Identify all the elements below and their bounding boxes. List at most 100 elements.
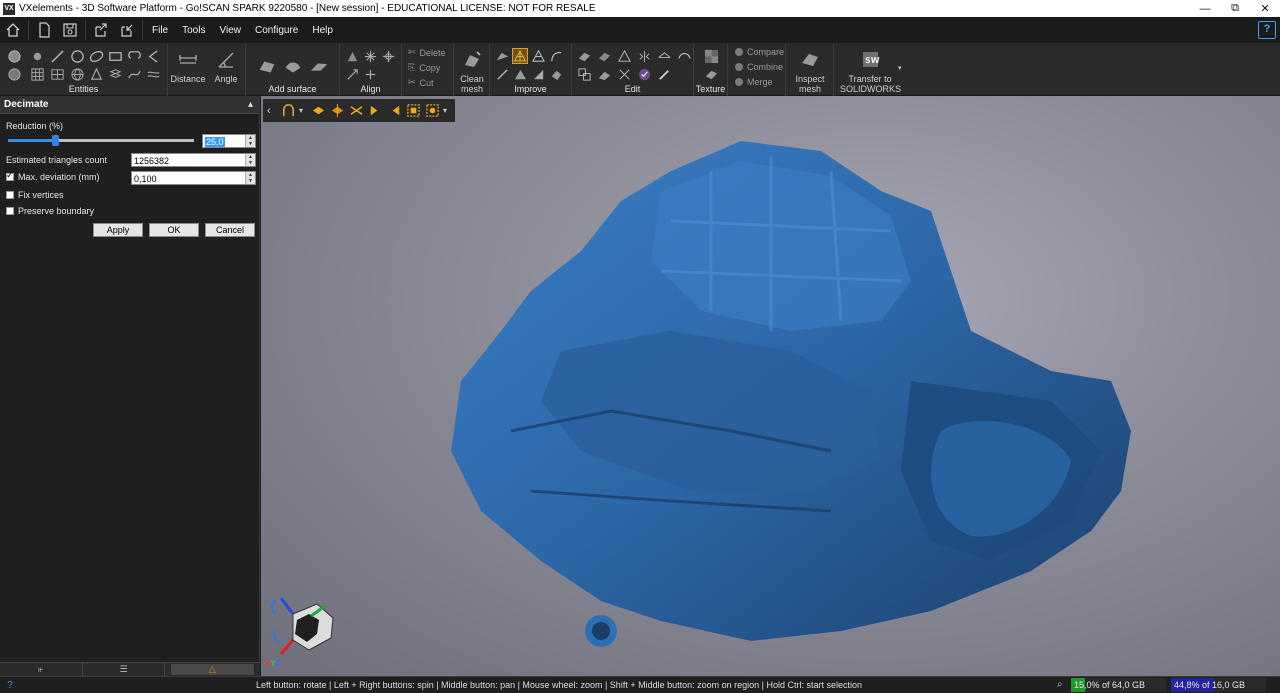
decimate-icon[interactable]: [512, 48, 528, 64]
plane-grid-icon[interactable]: [29, 66, 45, 82]
decimate-tab-icon[interactable]: △: [171, 664, 255, 675]
edit-triangle-icon[interactable]: [616, 48, 632, 64]
inspect-mesh-button[interactable]: Inspect mesh: [786, 44, 834, 96]
zoom-magnifier-icon[interactable]: ⌕: [1057, 679, 1063, 690]
merge-button[interactable]: Merge: [735, 77, 773, 87]
close-icon[interactable]: ✕: [1250, 0, 1280, 17]
apply-button[interactable]: Apply: [93, 223, 143, 237]
shrink-selection-icon[interactable]: [386, 103, 402, 119]
angle-button[interactable]: Angle: [206, 47, 246, 93]
select-all-icon[interactable]: [424, 103, 440, 119]
globe-icon[interactable]: [69, 66, 85, 82]
copy-button[interactable]: ⎘ Copy: [408, 62, 440, 73]
preserve-boundary-checkbox[interactable]: [6, 207, 14, 215]
menu-configure[interactable]: Configure: [248, 17, 305, 44]
surface-patch-icon[interactable]: [256, 56, 278, 78]
align-manual-icon[interactable]: [344, 66, 360, 82]
edit-split-icon[interactable]: [616, 66, 632, 82]
line-icon[interactable]: [49, 48, 65, 64]
circle-icon[interactable]: [69, 48, 85, 64]
selection-dropdown-icon[interactable]: ▾: [299, 106, 307, 115]
restore-icon[interactable]: ⧉: [1220, 0, 1250, 17]
status-help-icon[interactable]: ?: [0, 680, 20, 691]
minimize-icon[interactable]: —: [1190, 0, 1220, 17]
ok-button[interactable]: OK: [149, 223, 199, 237]
reduction-spinner-icon[interactable]: ▲ ▼: [245, 135, 255, 147]
select-through-icon[interactable]: [310, 103, 326, 119]
export-icon[interactable]: [88, 17, 114, 43]
edit-boundary-icon[interactable]: [596, 48, 612, 64]
reduction-slider-thumb[interactable]: [51, 135, 59, 146]
delete-button[interactable]: ✄ Delete: [408, 47, 446, 58]
menu-help[interactable]: Help: [305, 17, 340, 44]
import-icon[interactable]: [114, 17, 140, 43]
align-entities-icon[interactable]: [362, 48, 378, 64]
compare-button[interactable]: Compare: [735, 47, 784, 57]
surface-fill-icon[interactable]: [282, 56, 304, 78]
transfer-dropdown-icon[interactable]: ▾: [898, 64, 902, 72]
edit-group-icon[interactable]: [576, 66, 592, 82]
reduction-input[interactable]: 25,0 ▲ ▼: [202, 134, 256, 148]
cone-icon[interactable]: [88, 66, 104, 82]
slot-icon[interactable]: [126, 48, 142, 64]
polyline-icon[interactable]: [145, 48, 161, 64]
gearbox-mesh-model[interactable]: [411, 131, 1151, 651]
subdivide-icon[interactable]: [530, 48, 546, 64]
texture-apply-icon[interactable]: [703, 66, 719, 82]
section-icon[interactable]: [145, 66, 161, 82]
combine-button[interactable]: Combine: [735, 62, 783, 72]
heal-icon[interactable]: [530, 66, 546, 82]
edit-brush-icon[interactable]: [656, 66, 672, 82]
edit-mirror-icon[interactable]: [656, 48, 672, 64]
clean-mesh-button[interactable]: Clean mesh: [454, 44, 490, 96]
list-icon[interactable]: ☰: [83, 663, 166, 676]
invert-selection-icon[interactable]: [405, 103, 421, 119]
menu-tools[interactable]: Tools: [175, 17, 212, 44]
menu-view[interactable]: View: [212, 17, 248, 44]
max-deviation-checkbox[interactable]: [6, 170, 14, 181]
point-icon[interactable]: [29, 48, 45, 64]
edit-flip-icon[interactable]: [636, 48, 652, 64]
surface-icon[interactable]: [107, 66, 123, 82]
save-icon[interactable]: [57, 17, 83, 43]
curve-icon[interactable]: [126, 66, 142, 82]
tree-icon[interactable]: ⫦: [0, 663, 83, 676]
home-icon[interactable]: [0, 17, 26, 43]
edit-extrude-icon[interactable]: [596, 66, 612, 82]
new-document-icon[interactable]: [31, 17, 57, 43]
viewport-more-icon[interactable]: ▾: [443, 106, 451, 115]
help-question-icon[interactable]: ?: [1258, 21, 1276, 39]
collapse-panel-icon[interactable]: ‹: [267, 105, 277, 117]
cancel-button[interactable]: Cancel: [205, 223, 255, 237]
mesh-grid-icon[interactable]: [49, 66, 65, 82]
cut-button[interactable]: ✂ Cut: [408, 77, 434, 88]
3d-viewport[interactable]: ‹ ▾ ▾ XYZ: [261, 96, 1280, 676]
edit-surface-icon[interactable]: [576, 48, 592, 64]
collapse-icon[interactable]: ▴: [248, 99, 253, 110]
edit-trim-icon[interactable]: [676, 48, 692, 64]
select-visible-icon[interactable]: [329, 103, 345, 119]
texture-checker-icon[interactable]: [703, 48, 719, 64]
triangles-spinner-icon[interactable]: ▲ ▼: [245, 154, 255, 166]
select-connected-icon[interactable]: [348, 103, 364, 119]
sphere-icon[interactable]: [6, 48, 22, 64]
max-deviation-spinner-icon[interactable]: ▲ ▼: [245, 172, 255, 184]
fill-holes-icon[interactable]: [548, 48, 564, 64]
selection-shape-icon[interactable]: [280, 103, 296, 119]
menu-file[interactable]: File: [145, 17, 175, 44]
max-deviation-input[interactable]: 0,100 ▲ ▼: [131, 171, 256, 185]
remesh-icon[interactable]: [548, 66, 564, 82]
distance-button[interactable]: Distance: [168, 47, 208, 93]
grow-selection-icon[interactable]: [367, 103, 383, 119]
remove-spikes-icon[interactable]: [494, 66, 510, 82]
align-origin-icon[interactable]: [362, 66, 378, 82]
cylinder-icon[interactable]: [6, 66, 22, 82]
fix-vertices-checkbox[interactable]: [6, 191, 14, 199]
rectangle-icon[interactable]: [107, 48, 123, 64]
bridge-icon[interactable]: [512, 66, 528, 82]
reduction-slider[interactable]: [8, 139, 194, 142]
smooth-icon[interactable]: [494, 48, 510, 64]
transfer-solidworks-button[interactable]: SW Transfer to SOLIDWORKS ▾: [834, 44, 910, 96]
surface-fit-icon[interactable]: [308, 56, 330, 78]
align-target-icon[interactable]: [380, 48, 396, 64]
